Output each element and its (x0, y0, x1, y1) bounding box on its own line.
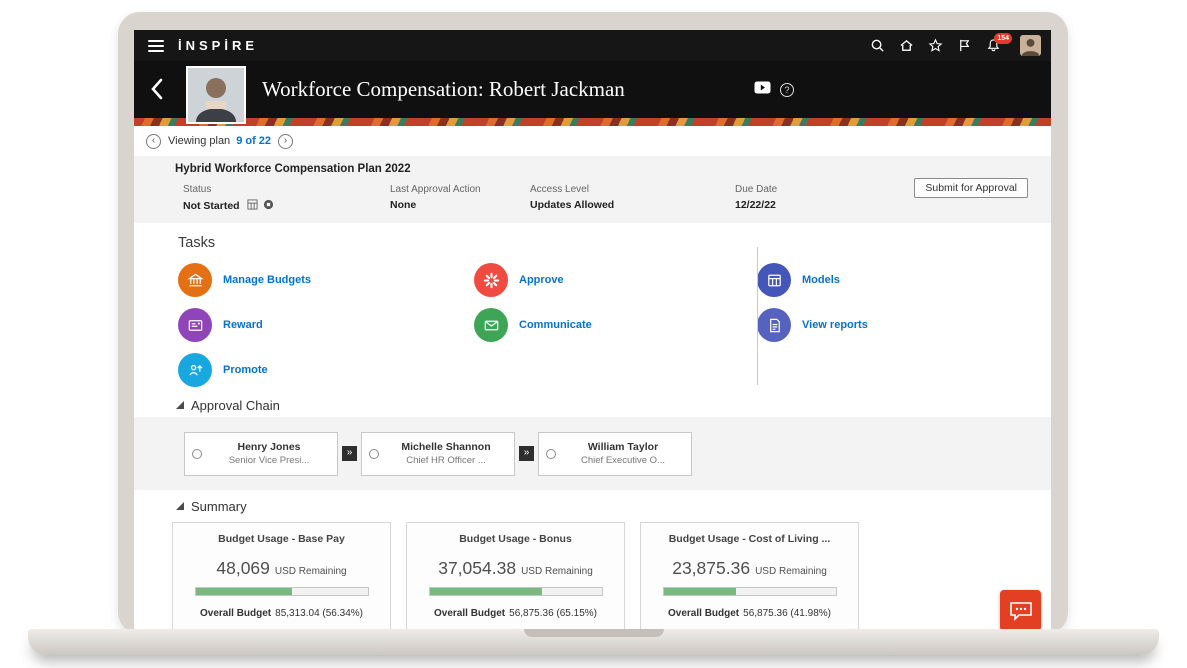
chain-next-icon: » (342, 446, 357, 461)
notifications-bell-icon[interactable]: 154 (985, 38, 1001, 54)
summary-heading: Summary (191, 499, 247, 514)
field-due-date: Due Date 12/22/22 (735, 184, 777, 213)
budget-progress-bar (195, 587, 369, 596)
tasks-column-3: Models View reports (757, 263, 868, 398)
page: İNSPİRE 154 (0, 0, 1187, 668)
top-navigation-bar: İNSPİRE 154 (134, 30, 1051, 61)
home-icon[interactable] (898, 38, 914, 54)
plan-name: Hybrid Workforce Compensation Plan 2022 (175, 163, 1031, 175)
approve-flower-icon (474, 263, 508, 297)
plan-info-panel: Hybrid Workforce Compensation Plan 2022 … (134, 156, 1051, 223)
laptop-base (28, 629, 1159, 655)
budget-progress-fill (196, 588, 293, 595)
plan-position: 9 of 22 (236, 135, 271, 147)
task-models[interactable]: Models (757, 263, 868, 297)
flag-icon[interactable] (956, 38, 972, 54)
report-doc-icon (757, 308, 791, 342)
summary-section: Summary Budget Usage - Base Pay 48,069US… (134, 496, 1051, 632)
laptop-frame: İNSPİRE 154 (118, 12, 1068, 634)
plan-pager: ‹ Viewing plan 9 of 22 › (134, 126, 1051, 156)
topbar-actions: 154 (869, 35, 1041, 56)
back-chevron-icon[interactable] (150, 78, 163, 105)
budget-progress-fill (664, 588, 736, 595)
budget-card-base-pay: Budget Usage - Base Pay 48,069USD Remain… (172, 522, 391, 632)
tasks-column-1: Manage Budgets Reward Prom (178, 263, 474, 398)
task-view-reports[interactable]: View reports (757, 308, 868, 342)
task-approve[interactable]: Approve (474, 263, 757, 297)
approver-card[interactable]: Michelle Shannon Chief HR Officer ... (361, 432, 515, 476)
budget-progress-bar (429, 587, 603, 596)
models-grid-icon (757, 263, 791, 297)
tasks-heading: Tasks (178, 235, 1051, 251)
remaining-amount: 48,069 (216, 558, 270, 578)
approval-chain-panel: Henry Jones Senior Vice Presi... » Miche… (134, 417, 1051, 490)
app-screen: İNSPİRE 154 (134, 30, 1051, 632)
submit-for-approval-button[interactable]: Submit for Approval (914, 178, 1028, 198)
field-access-level: Access Level Updates Allowed (530, 184, 735, 213)
notification-count-badge: 154 (994, 33, 1012, 44)
page-title: Workforce Compensation: Robert Jackman (262, 61, 625, 118)
video-icon[interactable] (754, 81, 771, 99)
remaining-amount: 23,875.36 (672, 558, 750, 578)
plan-fields: Status Not Started (175, 184, 1031, 213)
status-info-icon[interactable] (263, 199, 274, 213)
field-last-approval-action: Last Approval Action None (390, 184, 530, 213)
chain-next-icon: » (519, 446, 534, 461)
approver-radio[interactable] (546, 449, 556, 459)
collapse-triangle-icon[interactable] (176, 502, 184, 510)
viewing-plan-label: Viewing plan (168, 135, 230, 147)
task-promote[interactable]: Promote (178, 353, 474, 387)
favorites-star-icon[interactable] (927, 38, 943, 54)
reward-card-icon (178, 308, 212, 342)
employee-photo (186, 66, 246, 124)
approver-radio[interactable] (369, 449, 379, 459)
task-manage-budgets[interactable]: Manage Budgets (178, 263, 474, 297)
next-plan-button[interactable]: › (278, 134, 293, 149)
approver-radio[interactable] (192, 449, 202, 459)
promote-icon (178, 353, 212, 387)
decorative-pattern-strip (134, 118, 1051, 126)
tasks-column-divider (757, 247, 758, 385)
help-icon[interactable]: ? (780, 83, 794, 97)
approver-card[interactable]: William Taylor Chief Executive O... (538, 432, 692, 476)
task-reward[interactable]: Reward (178, 308, 474, 342)
approver-card[interactable]: Henry Jones Senior Vice Presi... (184, 432, 338, 476)
budget-card-cost-of-living: Budget Usage - Cost of Living ... 23,875… (640, 522, 859, 632)
bank-icon (178, 263, 212, 297)
budget-progress-fill (430, 588, 542, 595)
search-icon[interactable] (869, 38, 885, 54)
budget-progress-bar (663, 587, 837, 596)
field-status: Status Not Started (183, 184, 390, 213)
chat-bubble-icon (1009, 600, 1033, 622)
task-communicate[interactable]: Communicate (474, 308, 757, 342)
user-avatar[interactable] (1020, 35, 1041, 56)
approval-chain-heading: Approval Chain (191, 398, 280, 413)
banner-icons: ? (754, 81, 794, 99)
tasks-section: Tasks Manage Budgets (134, 223, 1051, 395)
tasks-column-2: Approve Communicate (474, 263, 757, 398)
collapse-triangle-icon[interactable] (176, 401, 184, 409)
budget-card-bonus: Budget Usage - Bonus 37,054.38USD Remain… (406, 522, 625, 632)
previous-plan-button[interactable]: ‹ (146, 134, 161, 149)
envelope-icon (474, 308, 508, 342)
approval-chain-section: Approval Chain Henry Jones Senior Vice P… (134, 395, 1051, 490)
remaining-amount: 37,054.38 (438, 558, 516, 578)
app-logo: İNSPİRE (178, 38, 258, 53)
hamburger-menu-icon[interactable] (148, 40, 164, 52)
status-grid-icon[interactable] (247, 199, 258, 213)
page-banner: Workforce Compensation: Robert Jackman ? (134, 61, 1051, 118)
chat-feedback-button[interactable] (1000, 590, 1041, 631)
